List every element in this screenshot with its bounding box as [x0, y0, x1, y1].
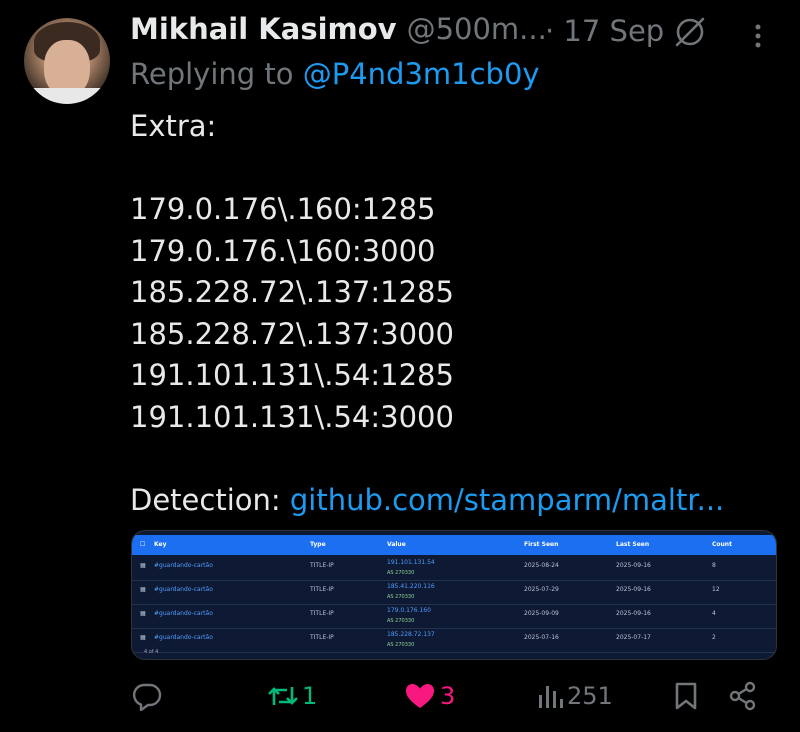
- bookmark-button[interactable]: [674, 676, 698, 716]
- tweet-header: Mikhail Kasimov @500m...: [130, 12, 547, 46]
- row-icon: ▦: [140, 586, 146, 593]
- ip-line: 185.228.72\.137:3000: [130, 316, 454, 351]
- header-value: Value: [387, 541, 406, 548]
- header-last-seen: Last Seen: [616, 541, 650, 548]
- detection-label: Detection:: [130, 482, 290, 517]
- ip-line: 179.0.176\.160:1285: [130, 192, 436, 226]
- ip-line: 179.0.176.\160:3000: [130, 233, 436, 268]
- row-type: TITLE-IP: [310, 586, 334, 593]
- author-handle[interactable]: @500m...: [407, 12, 547, 46]
- table-row: ▦ #guardando-cartão TITLE-IP 179.0.176.1…: [132, 604, 776, 629]
- table-row: ▦ #guardando-cartão TITLE-IP 185.41.220.…: [132, 580, 776, 605]
- table-row: ▦ #guardando-cartão TITLE-IP 191.101.131…: [132, 556, 776, 581]
- row-count: 4: [712, 610, 716, 617]
- detection-link[interactable]: github.com/stamparm/maltr...: [290, 483, 724, 517]
- media-table-header: ☐ Key Type Value First Seen Last Seen Co…: [132, 535, 776, 555]
- row-asn: AS 270330: [387, 594, 415, 600]
- repost-icon: [268, 687, 298, 705]
- row-type: TITLE-IP: [310, 634, 334, 641]
- header-count: Count: [712, 541, 732, 548]
- row-key: #guardando-cartão: [154, 610, 213, 617]
- avatar-shirt: [24, 88, 110, 104]
- row-key: #guardando-cartão: [154, 634, 213, 641]
- row-value: 185.41.220.116: [387, 583, 435, 590]
- row-count: 2: [712, 634, 716, 641]
- header-first-seen: First Seen: [524, 541, 559, 548]
- row-key: #guardando-cartão: [154, 562, 213, 569]
- row-asn: AS 270330: [387, 618, 415, 624]
- checkbox-icon: ☐: [140, 541, 146, 548]
- row-value: 179.0.176.160: [387, 607, 431, 614]
- reply-icon: [132, 683, 162, 711]
- row-last: 2025-09-16: [616, 610, 651, 617]
- ip-line: 191.101.131\.54:3000: [130, 399, 454, 434]
- action-bar: 1 3 251: [0, 676, 800, 720]
- ip-line: 191.101.131\.54:1285: [130, 358, 454, 392]
- author-name[interactable]: Mikhail Kasimov: [130, 12, 397, 46]
- row-count: 8: [712, 562, 716, 569]
- row-type: TITLE-IP: [310, 610, 334, 617]
- attached-image[interactable]: ☐ Key Type Value First Seen Last Seen Co…: [131, 530, 777, 660]
- row-asn: AS 270330: [387, 570, 415, 576]
- media-footer: 4 of 4: [144, 649, 159, 655]
- ip-line: 185.228.72\.137:1285: [130, 275, 454, 309]
- row-first: 2025-09-09: [524, 610, 559, 617]
- repost-count: 1: [302, 682, 318, 710]
- replying-to: Replying to @P4nd3m1cb0y: [130, 57, 540, 91]
- share-button[interactable]: [728, 676, 758, 716]
- repost-button[interactable]: 1: [266, 676, 317, 716]
- more-options-icon[interactable]: [748, 22, 768, 50]
- row-icon: ▦: [140, 634, 146, 641]
- row-count: 12: [712, 586, 720, 593]
- tweet-body: Extra: 179.0.176\.160:1285 179.0.176.\16…: [130, 106, 724, 521]
- tweet-date[interactable]: · 17 Sep: [545, 14, 664, 48]
- share-icon: [729, 681, 756, 711]
- row-last: 2025-09-16: [616, 562, 651, 569]
- bookmark-icon: [675, 682, 697, 710]
- row-icon: ▦: [140, 610, 146, 617]
- row-last: 2025-09-16: [616, 586, 651, 593]
- like-button[interactable]: 3: [404, 676, 455, 716]
- row-key: #guardando-cartão: [154, 586, 213, 593]
- views-button[interactable]: 251: [537, 676, 613, 716]
- grok-icon[interactable]: [672, 14, 708, 50]
- header-type: Type: [310, 541, 326, 548]
- row-value: 191.101.131.54: [387, 559, 435, 566]
- mention-link[interactable]: @P4nd3m1cb0y: [303, 57, 540, 91]
- row-first: 2025-08-24: [524, 562, 559, 569]
- views-icon: [539, 686, 563, 708]
- view-count: 251: [567, 682, 613, 710]
- row-first: 2025-07-29: [524, 586, 559, 593]
- row-asn: AS 270330: [387, 642, 415, 648]
- body-line: Extra:: [130, 109, 217, 143]
- row-icon: ▦: [140, 562, 146, 569]
- reply-button[interactable]: [132, 676, 168, 716]
- header-key: Key: [154, 541, 167, 548]
- row-value: 185.228.72.137: [387, 631, 435, 638]
- row-first: 2025-07-16: [524, 634, 559, 641]
- avatar[interactable]: [24, 18, 110, 104]
- heart-icon: [406, 684, 434, 708]
- row-type: TITLE-IP: [310, 562, 334, 569]
- replying-to-label: Replying to: [130, 57, 303, 91]
- row-last: 2025-07-17: [616, 634, 651, 641]
- like-count: 3: [440, 682, 456, 710]
- table-row: ▦ #guardando-cartão TITLE-IP 185.228.72.…: [132, 628, 776, 653]
